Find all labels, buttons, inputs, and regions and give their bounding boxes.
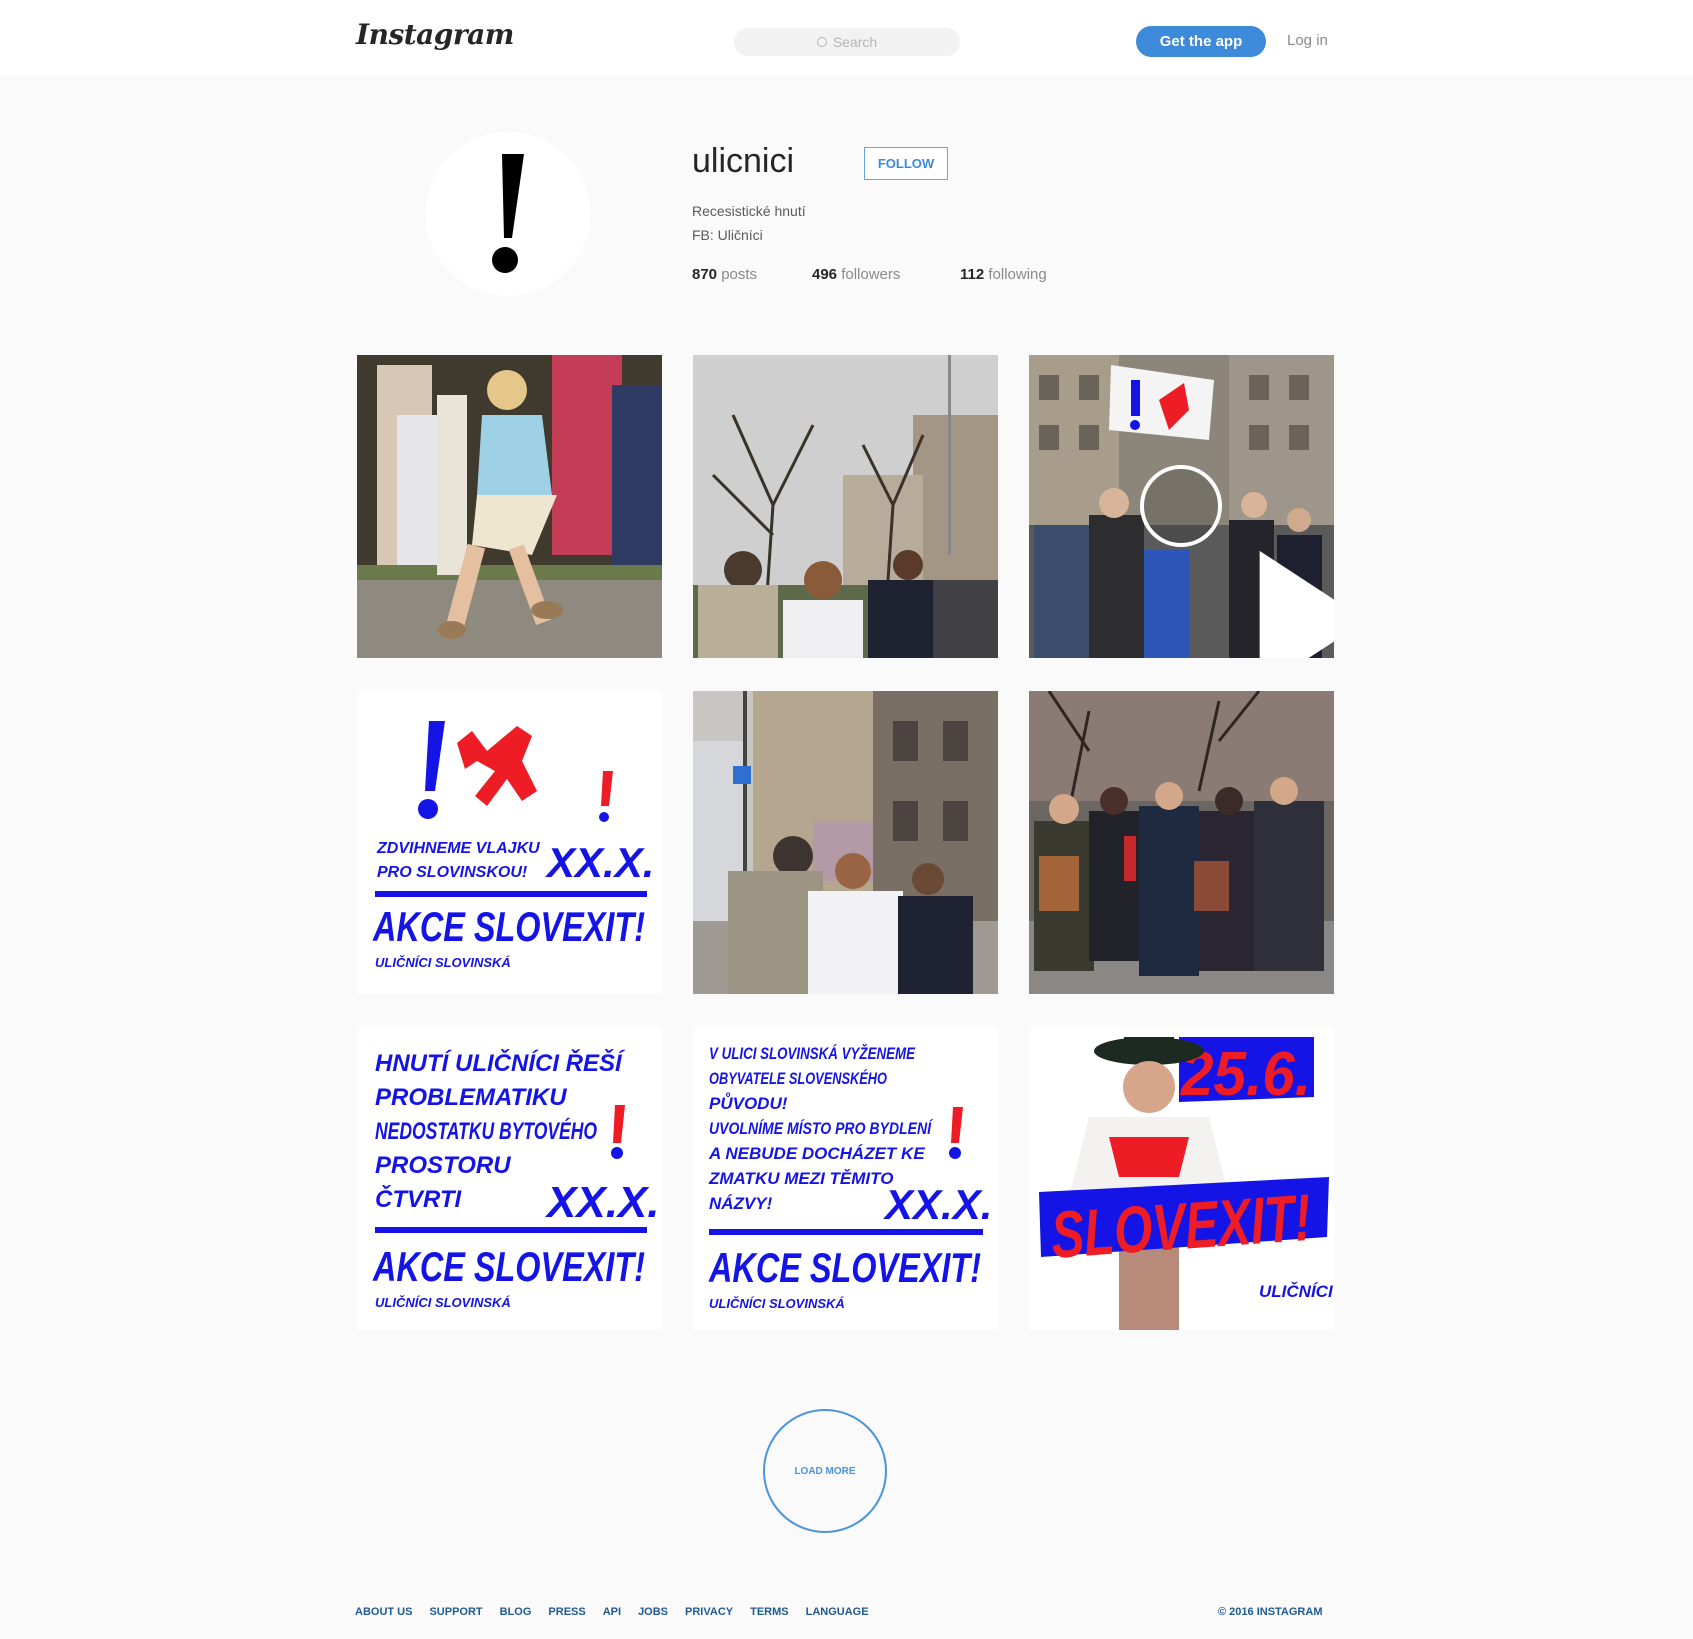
footer-link-language[interactable]: LANGUAGE — [806, 1606, 869, 1618]
post-thumbnail-slovexit-poster-3[interactable]: V ULICI SLOVINSKÁ VYŽENEME OBYVATELE SLO… — [693, 1027, 998, 1330]
photo-child-running — [357, 355, 662, 658]
followers-stat[interactable]: 496 followers — [812, 266, 900, 283]
footer-link-press[interactable]: PRESS — [548, 1606, 585, 1618]
search-placeholder: Search — [832, 34, 878, 50]
followers-label: followers — [841, 266, 901, 283]
profile-bio-line: Recesistické hnutí — [692, 203, 806, 219]
posts-label: posts — [721, 266, 758, 283]
post-thumbnail-street-buildings[interactable] — [693, 691, 998, 994]
instagram-logo[interactable]: Instagram — [356, 18, 514, 51]
photo-street-buildings — [693, 691, 998, 994]
posts-count-stat: 870 posts — [692, 266, 757, 283]
poster-line: OBYVATELE SLOVENSKÉHO — [709, 1069, 887, 1088]
post-thumbnail-slovexit-poster-4[interactable]: 25.6. SLOVEXIT! ULIČNÍCI — [1029, 1027, 1334, 1330]
search-input[interactable]: Search — [734, 28, 960, 56]
footer-link-privacy[interactable]: PRIVACY — [685, 1606, 733, 1618]
following-count: 112 — [960, 266, 985, 283]
poster-signature: ULIČNÍCI — [1259, 1282, 1334, 1301]
photo-street-group — [693, 355, 998, 658]
top-navigation-bar: Instagram Search Get the app Log in — [0, 0, 1693, 76]
poster-line: ČTVRTI — [375, 1185, 463, 1213]
footer-links: ABOUT US SUPPORT BLOG PRESS API JOBS PRI… — [355, 1606, 886, 1618]
post-thumbnail-child-running[interactable] — [357, 355, 662, 658]
poster-signature: ULIČNÍCI SLOVINSKÁ — [709, 1296, 845, 1311]
footer-link-blog[interactable]: BLOG — [500, 1606, 532, 1618]
slovexit-poster-graphic: HNUTÍ ULIČNÍCI ŘEŠÍ PROBLEMATIKU NEDOSTA… — [372, 1049, 660, 1310]
profile-username: ulicnici — [692, 142, 795, 180]
copyright-text: © 2016 INSTAGRAM — [1218, 1606, 1323, 1618]
footer-link-about-us[interactable]: ABOUT US — [355, 1606, 412, 1618]
video-play-icon[interactable] — [1140, 465, 1334, 658]
poster-headline: AKCE SLOVEXIT! — [372, 1243, 645, 1290]
poster-headline: AKCE SLOVEXIT! — [708, 1244, 981, 1291]
following-label: following — [988, 266, 1047, 283]
search-icon — [816, 37, 827, 47]
poster-line: UVOLNÍME MÍSTO PRO BYDLENÍ — [709, 1119, 934, 1138]
poster-line: PRO SLOVINSKOU! — [377, 864, 528, 881]
posts-count: 870 — [692, 266, 718, 283]
poster-headline: AKCE SLOVEXIT! — [372, 903, 645, 950]
post-thumbnail-slovexit-poster-1[interactable]: ZDVIHNEME VLAJKU PRO SLOVINSKOU! XX.X. A… — [357, 691, 662, 994]
slovexit-poster-graphic: V ULICI SLOVINSKÁ VYŽENEME OBYVATELE SLO… — [708, 1044, 992, 1311]
poster-line: PROSTORU — [375, 1152, 511, 1179]
poster-signature: ULIČNÍCI SLOVINSKÁ — [375, 1295, 511, 1310]
poster-date: XX.X. — [545, 839, 654, 886]
poster-line: PROBLEMATIKU — [375, 1084, 567, 1111]
followers-count: 496 — [812, 266, 838, 283]
footer-link-jobs[interactable]: JOBS — [638, 1606, 668, 1618]
footer-link-api[interactable]: API — [603, 1606, 621, 1618]
poster-line: HNUTÍ ULIČNÍCI ŘEŠÍ — [375, 1049, 626, 1077]
post-thumbnail-slovexit-poster-2[interactable]: HNUTÍ ULIČNÍCI ŘEŠÍ PROBLEMATIKU NEDOSTA… — [357, 1027, 662, 1330]
poster-line: A NEBUDE DOCHÁZET KE — [708, 1144, 925, 1163]
post-thumbnail-street-trees[interactable] — [693, 355, 998, 658]
poster-line: ZDVIHNEME VLAJKU — [376, 840, 540, 857]
get-the-app-button[interactable]: Get the app — [1136, 26, 1266, 57]
profile-bio-line: FB: Uličníci — [692, 227, 763, 243]
log-in-link[interactable]: Log in — [1287, 32, 1328, 49]
poster-line: V ULICI SLOVINSKÁ VYŽENEME — [709, 1044, 916, 1063]
poster-line: NÁZVY! — [709, 1194, 773, 1213]
poster-line: PŮVODU! — [709, 1093, 788, 1113]
poster-date: XX.X. — [544, 1178, 660, 1227]
poster-signature: ULIČNÍCI SLOVINSKÁ — [375, 955, 511, 970]
footer-link-support[interactable]: SUPPORT — [429, 1606, 482, 1618]
following-stat[interactable]: 112 following — [960, 266, 1047, 283]
photo-crowd — [1029, 691, 1334, 994]
profile-avatar — [426, 132, 590, 296]
poster-line: NEDOSTATKU BYTOVÉHO — [375, 1117, 597, 1145]
follow-button[interactable]: FOLLOW — [864, 147, 948, 180]
post-thumbnail-crowd[interactable] — [1029, 691, 1334, 994]
post-thumbnail-video-flag[interactable] — [1029, 355, 1334, 658]
slovexit-costume-poster: 25.6. SLOVEXIT! ULIČNÍCI — [1039, 1037, 1334, 1330]
footer-link-terms[interactable]: TERMS — [750, 1606, 789, 1618]
slovexit-poster-graphic: ZDVIHNEME VLAJKU PRO SLOVINSKOU! XX.X. A… — [372, 721, 654, 970]
poster-date: XX.X. — [883, 1181, 992, 1228]
load-more-button[interactable]: LOAD MORE — [763, 1409, 887, 1533]
poster-line: ZMATKU MEZI TĚMITO — [708, 1169, 893, 1188]
